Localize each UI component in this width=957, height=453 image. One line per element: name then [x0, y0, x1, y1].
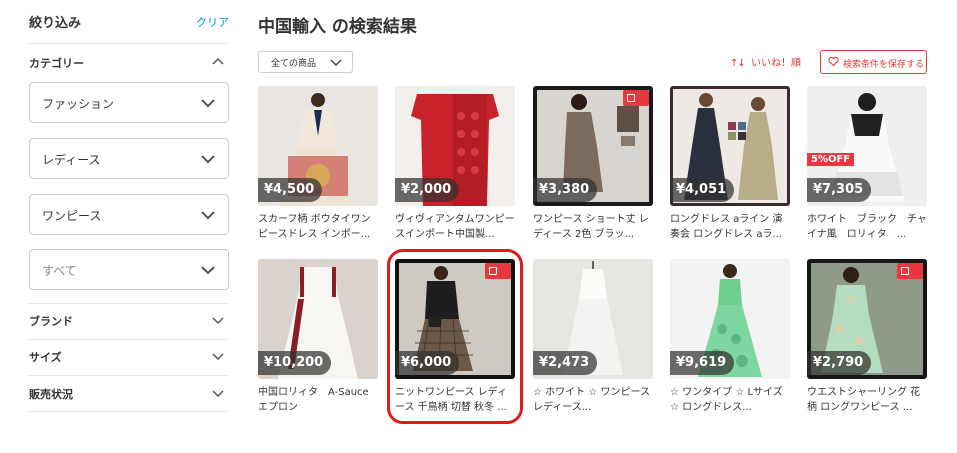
- shop-badge-icon: [485, 263, 511, 279]
- chevron-down-icon: [330, 59, 342, 67]
- category-select-4[interactable]: すべて: [29, 249, 229, 290]
- product-image: ¥4,051: [670, 86, 790, 206]
- select-value: ファッション: [42, 97, 115, 111]
- select-value: ワンピース: [42, 209, 102, 223]
- price-tag: ¥10,200: [258, 351, 332, 375]
- category-select-3[interactable]: ワンピース: [29, 194, 229, 235]
- price-tag: ¥3,380: [533, 178, 598, 202]
- size-section-toggle[interactable]: サイズ: [29, 345, 229, 369]
- chevron-down-icon: [212, 390, 224, 398]
- divider: [29, 375, 229, 376]
- product-name: ロングドレス aライン 演奏会 ロングドレス aラ...: [670, 214, 783, 240]
- product-image: ¥3,380: [533, 86, 653, 206]
- product-card[interactable]: ¥3,380 ワンピース ショート丈 レディース 2色 ブラッ...: [533, 86, 653, 246]
- price-tag: ¥2,473: [533, 351, 598, 375]
- item-filter-select[interactable]: 全ての商品: [258, 51, 353, 73]
- product-card[interactable]: ¥2,000 ヴィヴィアンタムワンピースインポート中国製...: [395, 86, 515, 246]
- product-card[interactable]: ¥10,200 中国ロリィタ A-Sauce エプロン: [258, 259, 378, 419]
- product-name: ニットワンピース レディース 千鳥柄 切替 秋冬 ...: [395, 387, 507, 413]
- select-value: 全ての商品: [271, 59, 317, 69]
- product-card[interactable]: ¥6,000 ニットワンピース レディース 千鳥柄 切替 秋冬 ...: [395, 259, 515, 419]
- divider: [29, 339, 229, 340]
- shop-badge-icon: [897, 263, 923, 279]
- divider: [29, 43, 229, 44]
- sort-label: いいね！順: [750, 58, 801, 69]
- price-tag: ¥4,500: [258, 178, 323, 202]
- discount-badge: 5%OFF: [807, 153, 855, 166]
- price-tag: ¥7,305: [807, 178, 872, 202]
- select-value: レディース: [42, 153, 101, 167]
- divider: [29, 303, 229, 304]
- product-name: ☆ ホワイト ☆ ワンピース レディース...: [533, 387, 650, 413]
- category-label: カテゴリー: [29, 57, 84, 70]
- clear-filters-link[interactable]: クリア: [196, 14, 229, 30]
- product-image: ¥2,790: [807, 259, 927, 379]
- chevron-down-icon: [212, 317, 224, 325]
- chevron-down-icon: [201, 266, 215, 275]
- product-card[interactable]: ¥4,500 スカーフ柄 ボウタイワンピースドレス インポー...: [258, 86, 378, 246]
- status-section-toggle[interactable]: 販売状況: [29, 382, 229, 406]
- chevron-down-icon: [212, 353, 224, 361]
- product-name: 中国ロリィタ A-Sauce エプロン: [258, 387, 369, 413]
- product-name: ヴィヴィアンタムワンピースインポート中国製...: [395, 214, 515, 240]
- size-label: サイズ: [29, 351, 62, 364]
- divider: [29, 411, 229, 412]
- category-select-2[interactable]: レディース: [29, 138, 229, 179]
- price-tag: ¥6,000: [395, 351, 460, 375]
- product-name: ワンピース ショート丈 レディース 2色 ブラッ...: [533, 214, 649, 240]
- select-value: すべて: [42, 264, 77, 278]
- product-card[interactable]: ¥9,619 ☆ ワンタイプ ☆ Lサイズ ☆ ロングドレス...: [670, 259, 790, 419]
- price-tag: ¥4,051: [670, 178, 735, 202]
- product-image: ¥2,473: [533, 259, 653, 379]
- category-select-1[interactable]: ファッション: [29, 82, 229, 123]
- status-label: 販売状況: [29, 388, 73, 401]
- product-card[interactable]: ¥4,051 ロングドレス aライン 演奏会 ロングドレス aラ...: [670, 86, 790, 246]
- heart-icon: [828, 56, 839, 67]
- product-image: ¥10,200: [258, 259, 378, 379]
- filter-title: 絞り込み: [29, 16, 82, 31]
- price-tag: ¥2,000: [395, 178, 460, 202]
- product-image: ¥4,500: [258, 86, 378, 206]
- chevron-up-icon: [212, 57, 224, 65]
- product-card[interactable]: ¥2,473 ☆ ホワイト ☆ ワンピース レディース...: [533, 259, 653, 419]
- brand-label: ブランド: [29, 315, 73, 328]
- product-image: 5%OFF ¥7,305: [807, 86, 927, 206]
- filter-sidebar: 絞り込み クリア カテゴリー ファッション レディース ワンピース すべて ブラ…: [0, 0, 240, 453]
- price-tag: ¥2,790: [807, 351, 872, 375]
- product-image: ¥6,000: [395, 259, 515, 379]
- sort-arrows-icon: ↑↓: [730, 58, 746, 69]
- product-image: ¥9,619: [670, 259, 790, 379]
- chevron-down-icon: [201, 99, 215, 108]
- product-card[interactable]: ¥2,790 ウエストシャーリング 花柄 ロングワンピース ...: [807, 259, 927, 419]
- brand-section-toggle[interactable]: ブランド: [29, 309, 229, 333]
- product-image: ¥2,000: [395, 86, 515, 206]
- product-name: ウエストシャーリング 花柄 ロングワンピース ...: [807, 387, 921, 413]
- product-name: スカーフ柄 ボウタイワンピースドレス インポー...: [258, 214, 371, 240]
- search-results-title: 中国輸入 の検索結果: [258, 17, 417, 37]
- product-name: ☆ ワンタイプ ☆ Lサイズ ☆ ロングドレス...: [670, 387, 783, 413]
- price-tag: ¥9,619: [670, 351, 735, 375]
- category-section-toggle[interactable]: カテゴリー: [29, 51, 229, 75]
- filter-header: 絞り込み クリア: [29, 12, 229, 34]
- product-card[interactable]: 5%OFF ¥7,305 ホワイト ブラック チャイナ風 ロリィタ ...: [807, 86, 927, 246]
- chevron-down-icon: [201, 155, 215, 164]
- shop-badge-icon: [623, 90, 649, 106]
- product-name: ホワイト ブラック チャイナ風 ロリィタ ...: [807, 214, 927, 240]
- sort-by-likes[interactable]: ↑↓ いいね！順: [730, 54, 801, 69]
- save-search-label: 検索条件を保存する: [843, 60, 925, 70]
- chevron-down-icon: [201, 211, 215, 220]
- save-search-button[interactable]: 検索条件を保存する: [820, 50, 927, 74]
